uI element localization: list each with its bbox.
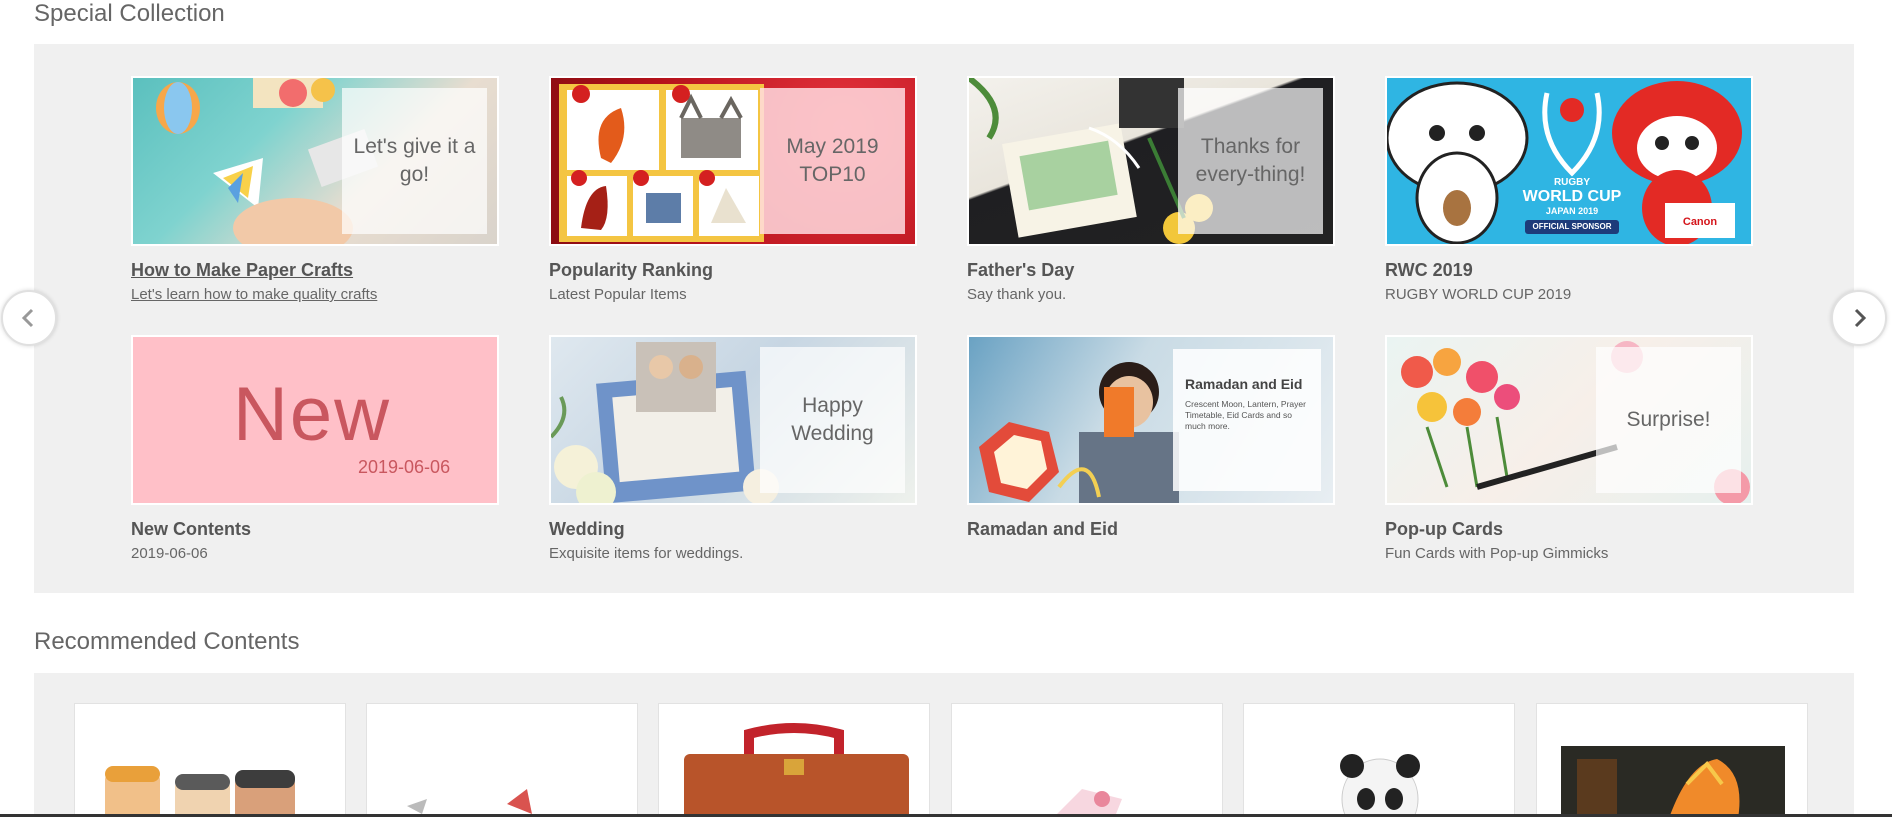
rwc-line-2: WORLD CUP [1522,188,1622,205]
collection-card-fathers-day[interactable]: Thanks for every-thing! Father's Day Say… [967,76,1335,304]
card-title[interactable]: Ramadan and Eid [967,518,1335,540]
fathers-day-overlay: Thanks for every-thing! [1178,88,1323,234]
carousel-next-button[interactable] [1831,290,1887,346]
chevron-left-icon [21,308,34,328]
rwc-line-3: JAPAN 2019 [1545,206,1599,216]
new-banner-date: 2019-06-06 [358,457,451,477]
recommended-contents-title: Recommended Contents [34,628,300,655]
fathers-day-thumbnail: Thanks for every-thing! [967,76,1335,246]
popularity-ranking-thumbnail: May 2019 TOP10 [549,76,917,246]
wedding-thumbnail: Happy Wedding [549,335,917,505]
rwc-2019-thumbnail: Canon RUGBY WORLD CUP JAPAN 2019 OFFICIA… [1385,76,1753,246]
card-title[interactable]: Popularity Ranking [549,259,917,281]
paper-flower-card-icon [1054,789,1122,817]
paper-crafts-thumbnail: Let's give it a go! [131,76,499,246]
paper-panda-icon [1340,754,1420,817]
ramadan-banner-text: Crescent Moon, Lantern, Prayer Timetable… [1185,399,1306,431]
recommended-item-card[interactable] [366,703,638,817]
popularity-ranking-overlay: May 2019 TOP10 [760,88,905,234]
paper-dragon-photo-icon [1561,746,1785,817]
carousel-prev-button[interactable] [1,290,57,346]
card-title[interactable]: Wedding [549,518,917,540]
new-contents-thumbnail: New 2019-06-06 [131,335,499,505]
card-subtitle[interactable]: Fun Cards with Pop-up Gimmicks [1385,545,1753,563]
paper-suitcase-icon [684,723,909,817]
paper-doll-figures-icon [105,766,295,817]
card-subtitle[interactable]: 2019-06-06 [131,545,499,563]
collection-card-paper-crafts[interactable]: Let's give it a go! How to Make Paper Cr… [131,76,499,304]
card-title[interactable]: New Contents [131,518,499,540]
recommended-item-card[interactable] [951,703,1223,817]
card-subtitle[interactable]: Latest Popular Items [549,286,917,304]
card-subtitle[interactable]: Let's learn how to make quality crafts [131,286,499,304]
card-title[interactable]: Pop-up Cards [1385,518,1753,540]
paper-bird-icon [407,789,532,814]
card-subtitle[interactable]: Say thank you. [967,286,1335,304]
collection-card-wedding[interactable]: Happy Wedding Wedding Exquisite items fo… [549,335,917,563]
recommended-item-card[interactable] [658,703,930,817]
card-subtitle[interactable]: RUGBY WORLD CUP 2019 [1385,286,1753,304]
ramadan-banner-heading: Ramadan and Eid [1185,376,1303,392]
card-title[interactable]: How to Make Paper Crafts [131,259,499,281]
rwc-line-4: OFFICIAL SPONSOR [1525,220,1619,234]
card-title[interactable]: Father's Day [967,259,1335,281]
popup-cards-overlay: Surprise! [1596,347,1741,493]
popup-cards-thumbnail: Surprise! [1385,335,1753,505]
new-banner-text: New [233,372,392,457]
card-subtitle[interactable]: Exquisite items for weddings. [549,545,917,563]
collection-card-rwc-2019[interactable]: Canon RUGBY WORLD CUP JAPAN 2019 OFFICIA… [1385,76,1753,304]
rwc-banner-text: RUGBY WORLD CUP JAPAN 2019 OFFICIAL SPON… [1507,176,1637,234]
ramadan-banner: Ramadan and Eid Crescent Moon, Lantern, … [1173,349,1321,491]
collection-card-popularity-ranking[interactable]: May 2019 TOP10 Popularity Ranking Latest… [549,76,917,304]
canon-logo: Canon [1683,216,1718,228]
card-title[interactable]: RWC 2019 [1385,259,1753,281]
collection-card-popup-cards[interactable]: Surprise! Pop-up Cards Fun Cards with Po… [1385,335,1753,563]
recommended-item-card[interactable] [1536,703,1808,817]
collection-card-new-contents[interactable]: New 2019-06-06 New Contents 2019-06-06 [131,335,499,563]
collection-card-ramadan-eid[interactable]: Ramadan and Eid Crescent Moon, Lantern, … [967,335,1335,545]
paper-crafts-overlay: Let's give it a go! [342,88,487,234]
recommended-item-card[interactable] [1243,703,1515,817]
chevron-right-icon [1854,308,1867,328]
ramadan-eid-thumbnail: Ramadan and Eid Crescent Moon, Lantern, … [967,335,1335,505]
special-collection-title: Special Collection [34,0,225,27]
wedding-overlay: Happy Wedding [760,347,905,493]
recommended-item-card[interactable] [74,703,346,817]
